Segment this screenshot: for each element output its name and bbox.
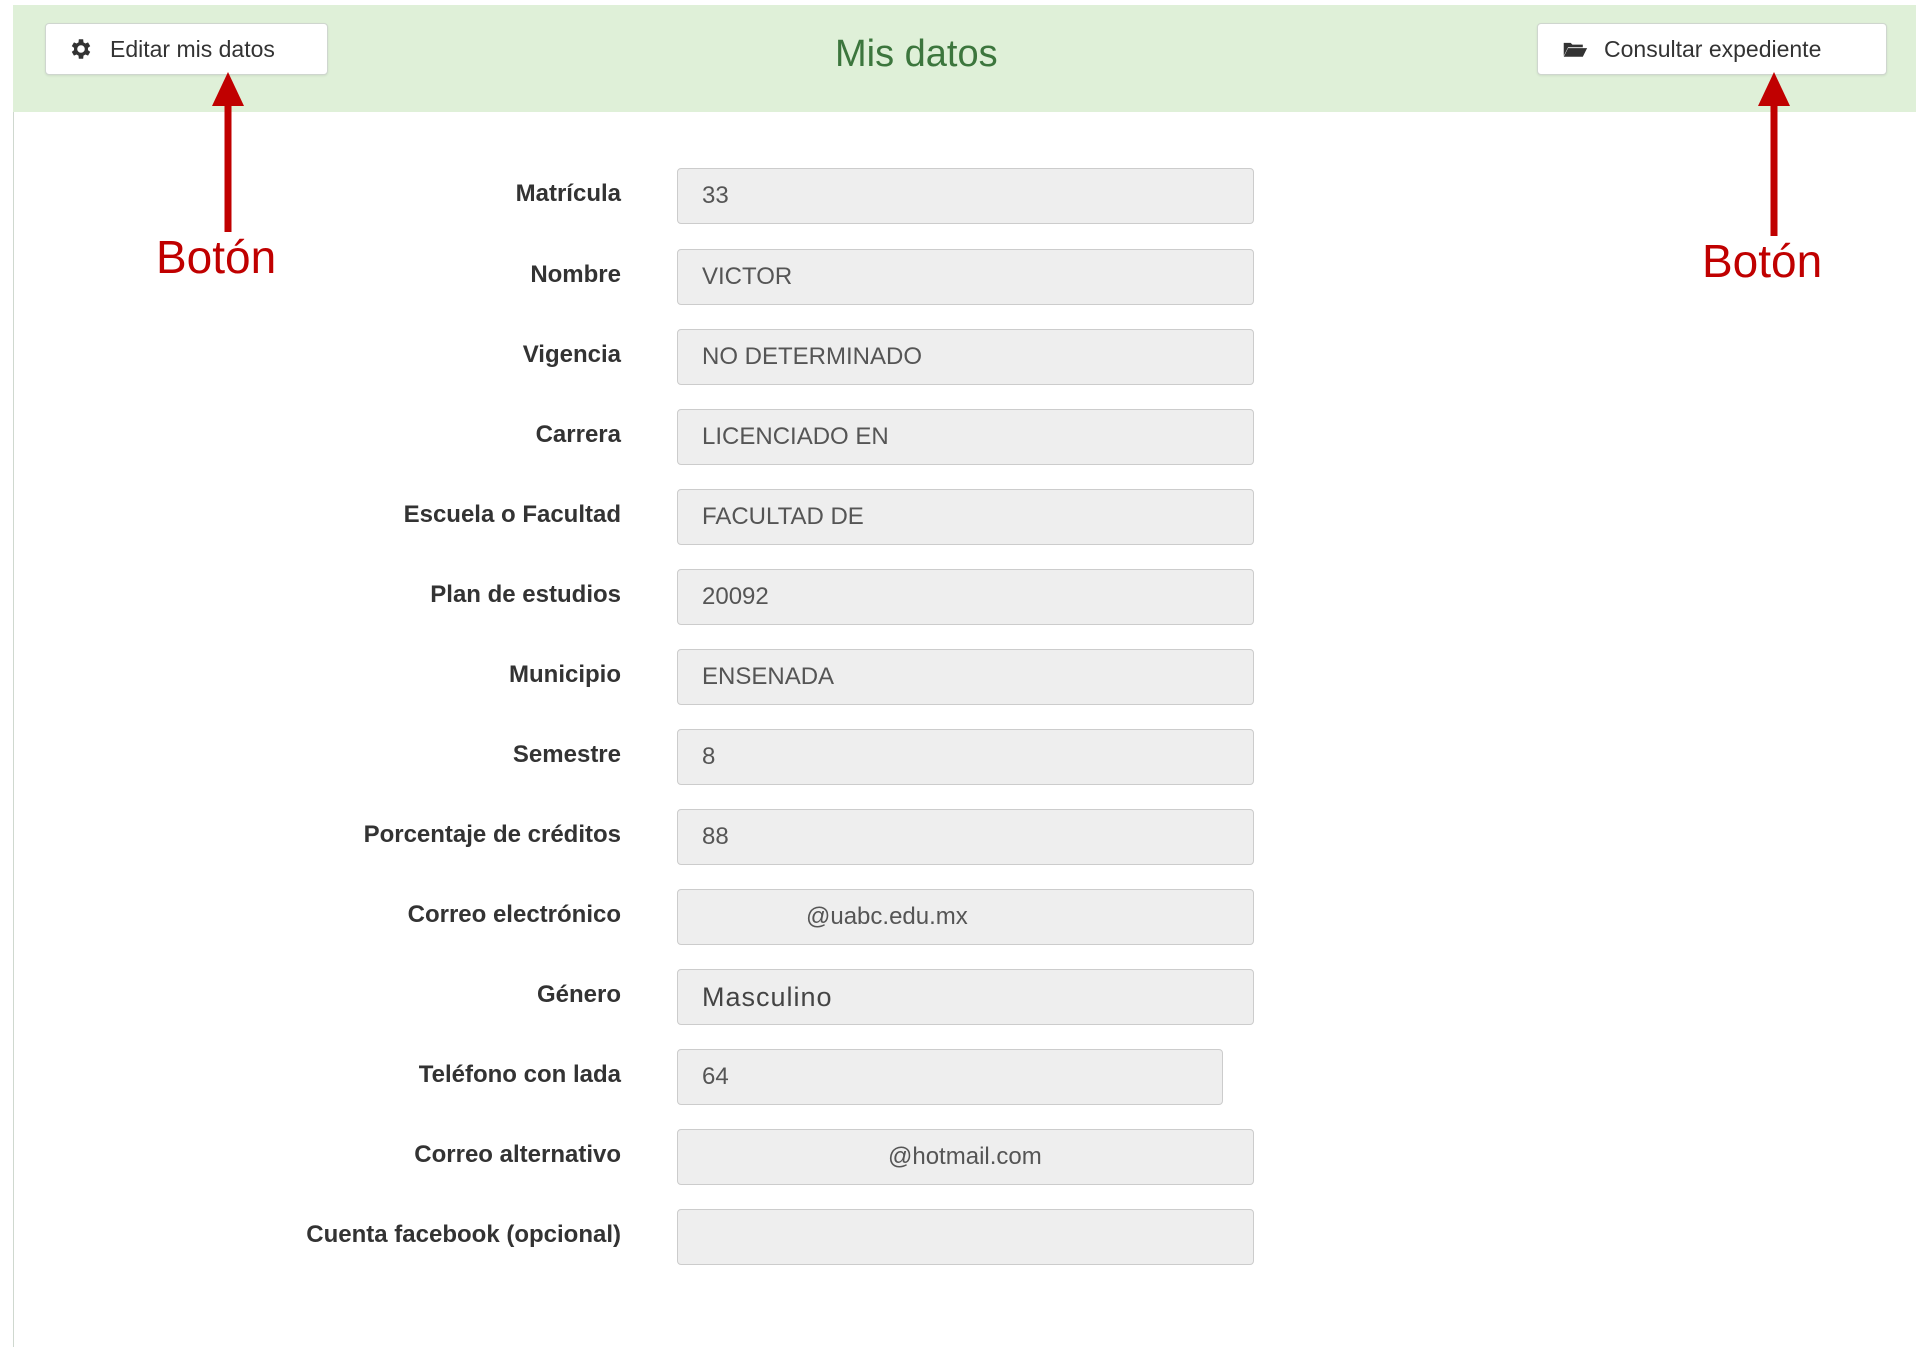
label-plan-estudios: Plan de estudios [430, 581, 621, 608]
page-title: Mis datos [835, 33, 998, 75]
annotation-arrow-left [212, 72, 244, 232]
field-semestre[interactable]: 8 [677, 729, 1254, 785]
field-nombre[interactable]: VICTOR [677, 249, 1254, 305]
label-telefono-lada: Teléfono con lada [418, 1061, 621, 1088]
label-correo-electronico: Correo electrónico [407, 901, 621, 928]
view-record-label: Consultar expediente [1604, 35, 1822, 62]
label-escuela-facultad: Escuela o Facultad [403, 501, 621, 528]
field-porcentaje-creditos[interactable]: 88 [677, 809, 1254, 865]
field-vigencia[interactable]: NO DETERMINADO [677, 329, 1254, 385]
field-plan-estudios[interactable]: 20092 [677, 569, 1254, 625]
field-escuela-facultad[interactable]: FACULTAD DE [677, 489, 1254, 545]
label-carrera: Carrera [535, 421, 621, 448]
label-municipio: Municipio [509, 661, 621, 688]
label-genero: Género [536, 981, 621, 1008]
view-record-button[interactable]: Consultar expediente [1537, 23, 1887, 75]
field-correo-electronico[interactable]: @uabc.edu.mx [677, 889, 1254, 945]
field-correo-alternativo[interactable]: @hotmail.com [677, 1129, 1254, 1185]
annotation-label-right: Botón [1702, 235, 1823, 287]
annotation-label-left: Botón [156, 231, 277, 283]
edit-my-data-label: Editar mis datos [110, 35, 275, 62]
field-municipio[interactable]: ENSENADA [677, 649, 1254, 705]
field-cuenta-facebook[interactable] [677, 1209, 1254, 1265]
label-nombre: Nombre [530, 261, 621, 288]
edit-my-data-button[interactable]: Editar mis datos [45, 23, 328, 75]
label-matricula: Matrícula [515, 180, 621, 207]
field-telefono-lada[interactable]: 64 [677, 1049, 1223, 1105]
label-cuenta-facebook: Cuenta facebook (opcional) [306, 1221, 621, 1248]
label-vigencia: Vigencia [522, 341, 621, 368]
label-semestre: Semestre [512, 741, 621, 768]
field-carrera[interactable]: LICENCIADO EN [677, 409, 1254, 465]
annotation-arrow-right [1758, 72, 1790, 236]
folder-open-icon [1562, 36, 1588, 62]
field-matricula[interactable]: 33 [677, 168, 1254, 224]
field-genero[interactable]: Masculino [677, 969, 1254, 1025]
gear-icon [68, 36, 94, 62]
label-correo-alternativo: Correo alternativo [414, 1141, 621, 1168]
label-porcentaje-creditos: Porcentaje de créditos [363, 821, 621, 848]
